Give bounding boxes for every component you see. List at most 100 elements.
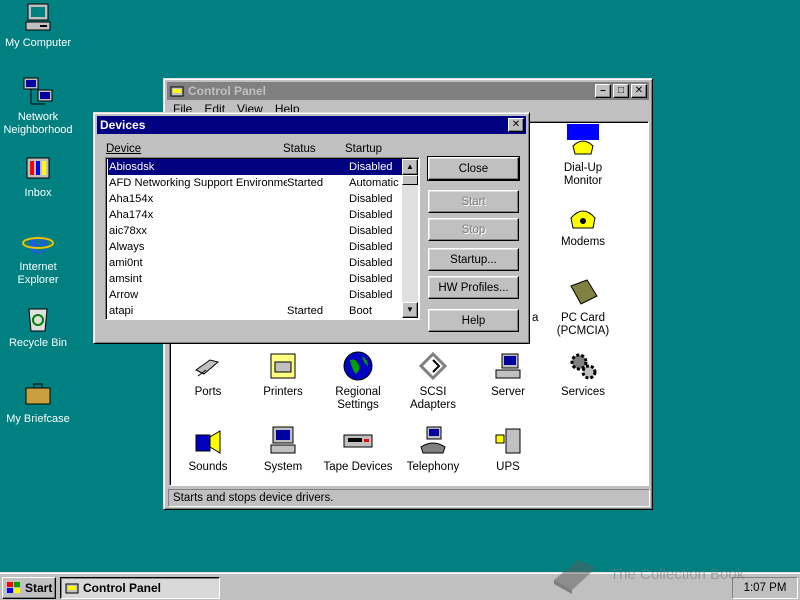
cp-item-label: Telephony bbox=[406, 461, 460, 473]
device-row[interactable]: Arrow Disabled bbox=[108, 287, 403, 303]
device-startup-cell: Disabled bbox=[349, 209, 393, 221]
device-startup-cell: Disabled bbox=[349, 241, 393, 253]
desktop-icon-my-briefcase[interactable]: My Briefcase bbox=[0, 378, 76, 426]
network-neighborhood-icon bbox=[23, 77, 53, 105]
internet-explorer-icon: e bbox=[22, 226, 54, 258]
device-row[interactable]: atapi Started Boot bbox=[108, 303, 403, 319]
scroll-down-button[interactable]: ▼ bbox=[402, 302, 418, 318]
cp-item-server[interactable]: Server bbox=[472, 350, 544, 399]
windows-logo-icon bbox=[7, 582, 20, 593]
device-startup-cell: Disabled bbox=[349, 289, 393, 301]
cp-item-services[interactable]: Services bbox=[547, 350, 619, 399]
sounds-icon bbox=[195, 430, 221, 454]
recycle-bin-icon bbox=[28, 308, 48, 332]
cp-item-telephony[interactable]: Telephony bbox=[397, 425, 469, 474]
cp-item-label: Server bbox=[491, 386, 525, 398]
device-row[interactable]: Aha154x Disabled bbox=[108, 191, 403, 207]
device-name-cell: aic78xx bbox=[109, 225, 147, 237]
tape-devices-icon bbox=[343, 434, 373, 448]
device-row[interactable]: amsint Disabled bbox=[108, 271, 403, 287]
start-button[interactable]: Start bbox=[428, 190, 519, 213]
device-name-cell: Always bbox=[109, 241, 145, 253]
close-button[interactable]: Close bbox=[427, 156, 520, 181]
help-button[interactable]: Help bbox=[428, 309, 519, 332]
device-row[interactable]: Aha174x Disabled bbox=[108, 207, 403, 223]
cp-item-sounds[interactable]: Sounds bbox=[172, 425, 244, 474]
control-panel-titlebar[interactable]: Control Panel – □ ✕ bbox=[167, 82, 649, 100]
column-header-device: Device bbox=[106, 143, 142, 155]
device-name-cell: atapi bbox=[109, 305, 134, 317]
device-status-cell: Started bbox=[287, 177, 324, 189]
desktop-icon-recycle-bin[interactable]: Recycle Bin bbox=[0, 302, 76, 350]
system-icon bbox=[270, 426, 296, 454]
cp-item-modems[interactable]: Modems bbox=[547, 200, 619, 249]
startup-button[interactable]: Startup... bbox=[428, 248, 519, 271]
device-row[interactable]: ami0nt Disabled bbox=[108, 255, 403, 271]
cp-item-label: Dial-Up Monitor bbox=[563, 162, 603, 187]
cp-item-label: Regional Settings bbox=[335, 386, 381, 411]
pc-card-icon bbox=[570, 279, 598, 305]
device-status-cell: Started bbox=[287, 305, 324, 317]
printers-icon bbox=[270, 353, 296, 379]
globe-icon bbox=[343, 351, 373, 381]
watermark: The Collection Book bbox=[548, 552, 788, 596]
device-list[interactable]: Abiosdsk Disabled AFD Networking Support E… bbox=[105, 157, 420, 320]
cp-item-label: Services bbox=[560, 386, 606, 398]
device-row[interactable]: Always Disabled bbox=[108, 239, 403, 255]
device-name-cell: Abiosdsk bbox=[109, 161, 155, 173]
desktop-icon-internet-explorer[interactable]: e Internet Explorer bbox=[0, 226, 76, 287]
cp-item-label: System bbox=[263, 461, 303, 473]
cp-item-partial-label: a bbox=[532, 312, 539, 324]
minimize-button[interactable]: – bbox=[595, 84, 611, 98]
device-name-cell: Arrow bbox=[109, 289, 139, 301]
taskbar-item-label: Control Panel bbox=[83, 581, 162, 595]
close-window-button[interactable]: ✕ bbox=[631, 84, 647, 98]
cp-item-system[interactable]: System bbox=[247, 425, 319, 474]
cp-item-ports[interactable]: Ports bbox=[172, 350, 244, 399]
devices-title: Devices bbox=[100, 118, 146, 132]
control-panel-title: Control Panel bbox=[188, 84, 267, 98]
desktop-icon-my-computer[interactable]: My Computer bbox=[0, 2, 76, 50]
control-panel-icon bbox=[170, 86, 184, 97]
devices-close-x-button[interactable]: ✕ bbox=[508, 118, 524, 132]
cp-item-tape-devices[interactable]: Tape Devices bbox=[322, 425, 394, 474]
ups-icon bbox=[495, 428, 521, 454]
cp-item-label: Printers bbox=[263, 386, 303, 398]
devices-dialog[interactable]: Devices ✕ Device Status Startup Abiosdsk… bbox=[93, 112, 530, 344]
book-icon bbox=[554, 560, 596, 594]
control-panel-statusbar: Starts and stops device drivers. bbox=[168, 489, 650, 507]
desktop-icon-network-neighborhood[interactable]: Network Neighborhood bbox=[0, 76, 76, 137]
taskbar-item-control-panel[interactable]: Control Panel bbox=[60, 577, 220, 599]
watermark-text: The Collection Book bbox=[610, 565, 745, 583]
cp-item-printers[interactable]: Printers bbox=[247, 350, 319, 399]
cp-item-label: Modems bbox=[560, 236, 606, 248]
hw-profiles-button[interactable]: HW Profiles... bbox=[428, 276, 519, 299]
device-name-cell: Aha154x bbox=[109, 193, 154, 205]
cp-item-pc-card[interactable]: PC Card (PCMCIA) bbox=[547, 276, 619, 338]
scroll-up-button[interactable]: ▲ bbox=[402, 159, 418, 175]
cp-item-dial-up-monitor[interactable]: Dial-Up Monitor bbox=[547, 124, 619, 188]
device-row[interactable]: AFD Networking Support Environment Starte… bbox=[108, 175, 403, 191]
inbox-icon bbox=[26, 157, 50, 179]
desktop-icon-inbox[interactable]: Inbox bbox=[0, 152, 76, 200]
maximize-button[interactable]: □ bbox=[613, 84, 629, 98]
server-icon bbox=[495, 353, 521, 379]
telephony-icon bbox=[420, 426, 446, 454]
device-row[interactable]: aic78xx Disabled bbox=[108, 223, 403, 239]
stop-button[interactable]: Stop bbox=[428, 218, 519, 241]
device-name-cell: ami0nt bbox=[109, 257, 143, 269]
column-header-status: Status bbox=[283, 143, 316, 155]
cp-item-scsi-adapters[interactable]: SCSI Adapters bbox=[397, 350, 469, 412]
cp-item-regional-settings[interactable]: Regional Settings bbox=[322, 350, 394, 412]
cp-item-label: PC Card (PCMCIA) bbox=[556, 312, 610, 337]
dial-up-monitor-icon bbox=[567, 124, 599, 155]
cp-item-ups[interactable]: UPS bbox=[472, 425, 544, 474]
devices-titlebar[interactable]: Devices ✕ bbox=[97, 116, 526, 134]
device-list-scrollbar[interactable]: ▲ ▼ bbox=[402, 159, 418, 318]
scroll-thumb[interactable] bbox=[402, 175, 418, 185]
desktop-icon-label: Inbox bbox=[24, 187, 52, 199]
device-startup-cell: Disabled bbox=[349, 225, 393, 237]
device-row[interactable]: Abiosdsk Disabled bbox=[108, 159, 403, 175]
start-button-taskbar[interactable]: Start bbox=[2, 577, 56, 599]
briefcase-icon bbox=[25, 383, 51, 405]
